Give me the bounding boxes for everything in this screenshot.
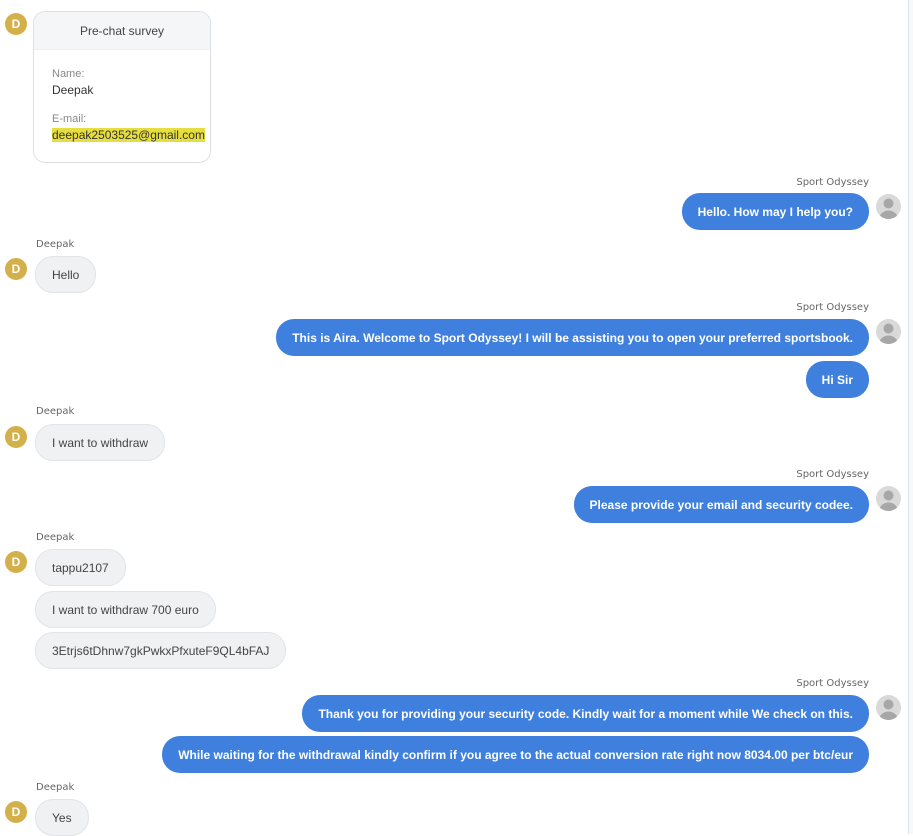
visitor-avatar: D — [5, 551, 27, 573]
visitor-message: Hello — [35, 256, 97, 293]
visitor-avatar: D — [5, 258, 27, 280]
survey-title: Pre-chat survey — [34, 12, 210, 50]
agent-message: While waiting for the withdrawal kindly … — [162, 736, 869, 773]
visitor-avatar: D — [5, 13, 27, 35]
email-label: E-mail: — [52, 113, 87, 125]
visitor-sender-name: Deepak — [36, 532, 75, 543]
agent-message: Hello. How may I help you? — [681, 193, 869, 230]
agent-avatar-icon — [876, 319, 901, 344]
name-value: Deepak — [52, 83, 94, 97]
agent-sender-name: Sport Odyssey — [796, 678, 869, 689]
scrollbar[interactable] — [908, 0, 913, 834]
visitor-message: Yes — [35, 799, 89, 836]
visitor-avatar: D — [5, 426, 27, 448]
name-label: Name: — [52, 68, 85, 80]
agent-avatar-icon — [876, 194, 901, 219]
visitor-sender-name: Deepak — [36, 782, 75, 793]
agent-message: Hi Sir — [805, 361, 869, 398]
agent-avatar-icon — [876, 486, 901, 511]
visitor-message: I want to withdraw — [35, 424, 166, 461]
agent-message: This is Aira. Welcome to Sport Odyssey! … — [276, 319, 869, 356]
visitor-message: I want to withdraw 700 euro — [35, 591, 216, 628]
agent-message: Thank you for providing your security co… — [302, 695, 869, 732]
agent-sender-name: Sport Odyssey — [796, 177, 869, 188]
agent-message: Please provide your email and security c… — [573, 486, 869, 523]
agent-sender-name: Sport Odyssey — [796, 302, 869, 313]
visitor-avatar: D — [5, 801, 27, 823]
visitor-message: tappu2107 — [35, 549, 126, 586]
visitor-sender-name: Deepak — [36, 239, 75, 250]
agent-avatar-icon — [876, 695, 901, 720]
agent-sender-name: Sport Odyssey — [796, 469, 869, 480]
visitor-message: 3Etrjs6tDhnw7gkPwkxPfxuteF9QL4bFAJ — [35, 632, 287, 669]
email-value: deepak2503525@gmail.com — [52, 128, 205, 142]
visitor-sender-name: Deepak — [36, 406, 75, 417]
pre-chat-survey-card: Pre-chat survey Name: Deepak E-mail: dee… — [33, 11, 211, 163]
